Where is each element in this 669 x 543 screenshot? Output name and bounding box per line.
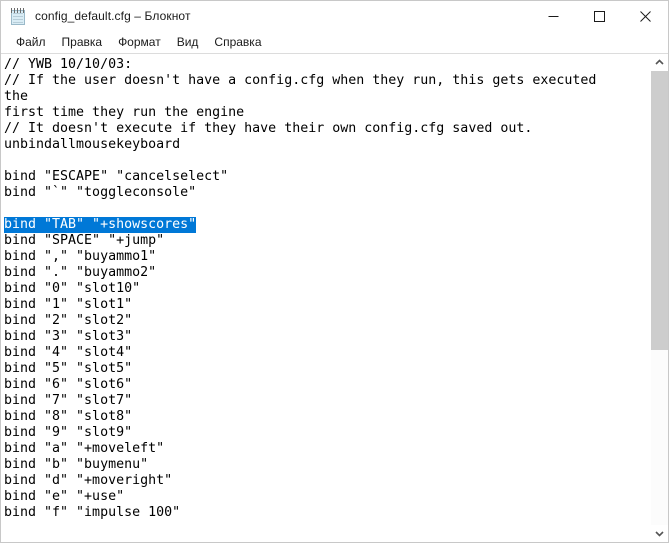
text-line-content: first time they run the engine — [4, 105, 245, 120]
text-line-content: // YWB 10/10/03: — [4, 57, 133, 72]
text-line: bind "3" "slot3" — [4, 329, 650, 345]
scroll-down-button[interactable] — [651, 525, 668, 542]
vertical-scrollbar[interactable] — [650, 54, 668, 542]
text-line: unbindallmousekeyboard — [4, 137, 650, 153]
text-line-content: bind "`" "toggleconsole" — [4, 185, 197, 200]
notepad-window: config_default.cfg – Блокнот Файл Правка… — [0, 0, 669, 543]
text-line: bind "a" "+moveleft" — [4, 441, 650, 457]
text-line-content: bind "6" "slot6" — [4, 377, 133, 392]
minimize-button[interactable] — [530, 1, 576, 31]
text-line: bind "7" "slot7" — [4, 393, 650, 409]
close-button[interactable] — [622, 1, 668, 31]
text-line: // If the user doesn't have a config.cfg… — [4, 73, 650, 89]
text-line: bind "," "buyammo1" — [4, 249, 650, 265]
menu-item-file[interactable]: Файл — [8, 33, 54, 52]
text-line-content: bind "f" "impulse 100" — [4, 505, 181, 520]
text-line: bind "." "buyammo2" — [4, 265, 650, 281]
text-line: first time they run the engine — [4, 105, 650, 121]
scrollbar-thumb[interactable] — [651, 71, 668, 351]
text-line-content: bind "e" "+use" — [4, 489, 125, 504]
text-line: bind "6" "slot6" — [4, 377, 650, 393]
menu-item-help[interactable]: Справка — [206, 33, 269, 52]
text-line-content: bind "9" "slot9" — [4, 425, 133, 440]
text-line-content: bind "b" "buymenu" — [4, 457, 149, 472]
text-line: bind "e" "+use" — [4, 489, 650, 505]
editor-region: // YWB 10/10/03:// If the user doesn't h… — [1, 53, 668, 542]
text-line: the — [4, 89, 650, 105]
text-line-content: bind "5" "slot5" — [4, 361, 133, 376]
text-line: // It doesn't execute if they have their… — [4, 121, 650, 137]
scrollbar-track[interactable] — [651, 71, 668, 525]
selected-text-line: bind "TAB" "+showscores" — [4, 217, 197, 233]
minimize-icon — [548, 15, 558, 17]
text-line: bind "4" "slot4" — [4, 345, 650, 361]
text-line-content: bind "a" "+moveleft" — [4, 441, 165, 456]
text-line: bind "9" "slot9" — [4, 425, 650, 441]
title-bar: config_default.cfg – Блокнот — [1, 1, 668, 31]
title-bar-left: config_default.cfg – Блокнот — [1, 7, 530, 26]
scroll-up-button[interactable] — [651, 54, 668, 71]
text-line: bind "2" "slot2" — [4, 313, 650, 329]
text-line-content: bind "SPACE" "+jump" — [4, 233, 165, 248]
text-line: bind "d" "+moveright" — [4, 473, 650, 489]
text-line: bind "5" "slot5" — [4, 361, 650, 377]
chevron-down-icon — [655, 531, 664, 537]
text-line: bind "TAB" "+showscores" — [4, 217, 650, 233]
text-line: bind "SPACE" "+jump" — [4, 233, 650, 249]
text-line: // YWB 10/10/03: — [4, 57, 650, 73]
chevron-up-icon — [655, 59, 664, 65]
menu-item-view[interactable]: Вид — [169, 33, 207, 52]
text-line: bind "f" "impulse 100" — [4, 505, 650, 521]
text-line-content: unbindallmousekeyboard — [4, 137, 181, 152]
close-icon — [639, 10, 651, 22]
text-line-content: bind "2" "slot2" — [4, 313, 133, 328]
window-controls — [530, 1, 668, 31]
text-line-content — [4, 153, 650, 169]
text-line — [4, 153, 650, 169]
text-line: bind "8" "slot8" — [4, 409, 650, 425]
text-editor[interactable]: // YWB 10/10/03:// If the user doesn't h… — [1, 54, 650, 542]
text-line-content: bind "1" "slot1" — [4, 297, 133, 312]
text-line-content: the — [4, 89, 29, 104]
text-line: bind "1" "slot1" — [4, 297, 650, 313]
text-line-content: bind "," "buyammo1" — [4, 249, 157, 264]
text-line: bind "0" "slot10" — [4, 281, 650, 297]
text-line: bind "b" "buymenu" — [4, 457, 650, 473]
text-line-content: bind "0" "slot10" — [4, 281, 141, 296]
text-line-content: bind "8" "slot8" — [4, 409, 133, 424]
menu-item-edit[interactable]: Правка — [54, 33, 111, 52]
menu-bar: Файл Правка Формат Вид Справка — [1, 31, 668, 53]
text-line: bind "ESCAPE" "cancelselect" — [4, 169, 650, 185]
maximize-icon — [593, 10, 605, 22]
maximize-button[interactable] — [576, 1, 622, 31]
text-line-content — [4, 201, 650, 217]
text-line-content: bind "4" "slot4" — [4, 345, 133, 360]
notepad-icon — [10, 7, 27, 26]
text-line-content: bind "3" "slot3" — [4, 329, 133, 344]
text-line-content: // It doesn't execute if they have their… — [4, 121, 533, 136]
text-line-content: bind "7" "slot7" — [4, 393, 133, 408]
text-content[interactable]: // YWB 10/10/03:// If the user doesn't h… — [4, 57, 650, 521]
text-line-content: bind "." "buyammo2" — [4, 265, 157, 280]
menu-item-format[interactable]: Формат — [110, 33, 169, 52]
text-line-content: // If the user doesn't have a config.cfg… — [4, 73, 597, 88]
text-line-content: bind "ESCAPE" "cancelselect" — [4, 169, 229, 184]
text-line — [4, 201, 650, 217]
text-line: bind "`" "toggleconsole" — [4, 185, 650, 201]
text-line-content: bind "d" "+moveright" — [4, 473, 173, 488]
window-title: config_default.cfg – Блокнот — [35, 9, 191, 23]
